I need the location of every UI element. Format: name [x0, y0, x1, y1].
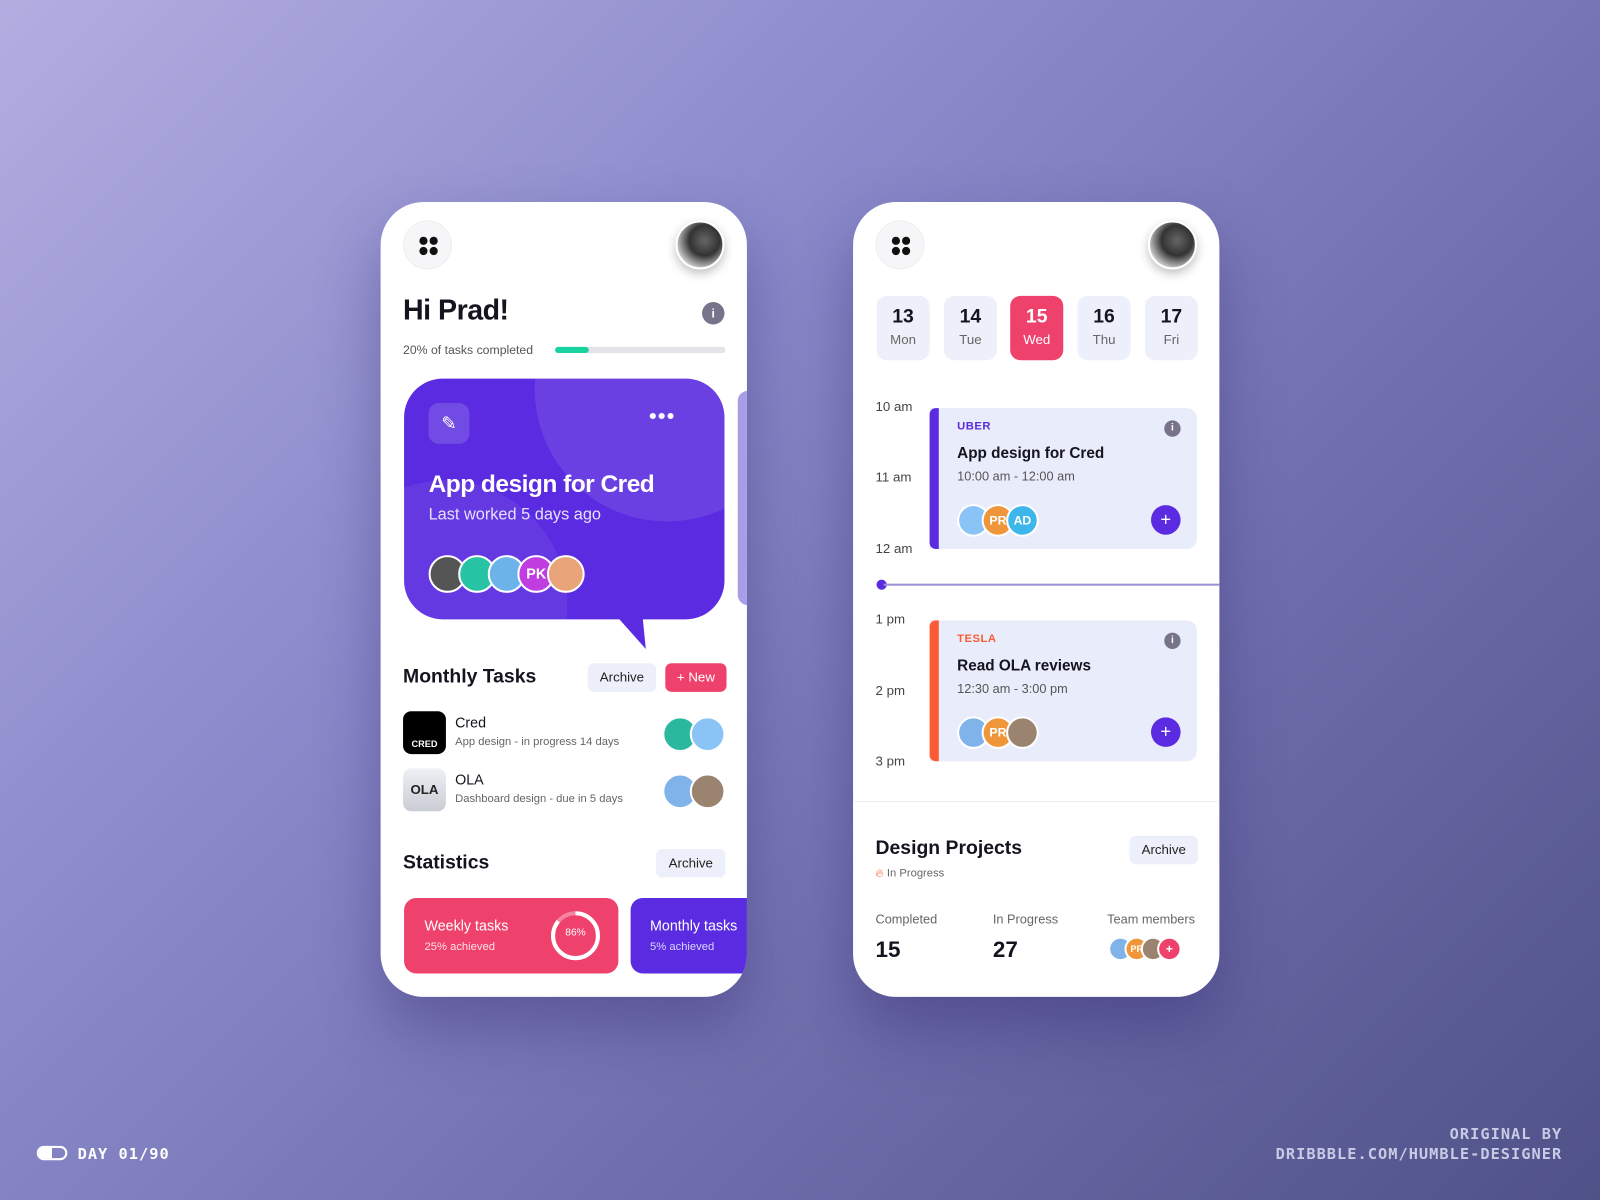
event-time: 12:30 am - 3:00 pm	[957, 681, 1068, 696]
inprogress-label: In Progress	[992, 912, 1059, 927]
note-icon: ✎	[428, 403, 470, 444]
avatar: AD	[1006, 504, 1039, 537]
credit-line-2[interactable]: DRIBBBLE.COM/HUMBLE-DESIGNER	[1276, 1145, 1563, 1163]
info-icon[interactable]: i	[702, 302, 725, 325]
divider	[853, 801, 1220, 803]
hour-label: 1 pm	[875, 611, 905, 627]
task-item-cred[interactable]: CRED Cred App design - in progress 14 da…	[403, 711, 726, 756]
day-15-selected[interactable]: 15 Wed	[1010, 295, 1064, 361]
team-avatars: PR +	[1108, 936, 1182, 962]
team-label: Team members	[1107, 912, 1196, 927]
greeting: Hi Prad!	[403, 293, 509, 326]
more-options-icon[interactable]: •••	[649, 403, 676, 430]
event-card-tesla[interactable]: TESLA i Read OLA reviews 12:30 am - 3:00…	[929, 620, 1197, 762]
day-13[interactable]: 13 Mon	[876, 295, 930, 361]
toggle-icon	[36, 1145, 68, 1161]
day-16[interactable]: 16 Thu	[1077, 295, 1131, 361]
event-members: PR	[957, 716, 1039, 749]
hour-label: 11 am	[875, 469, 912, 485]
completed-label: Completed	[875, 912, 938, 927]
monthly-tasks-title: Monthly Tasks	[403, 666, 537, 688]
add-member-button[interactable]: +	[1151, 505, 1181, 535]
cred-logo: CRED	[403, 711, 446, 755]
progress-bar	[555, 346, 726, 354]
completed-value: 15	[875, 936, 901, 963]
calendar-screen: 13 Mon 14 Tue 15 Wed 16 Thu 17 Fri 10 am 11 a…	[853, 202, 1220, 997]
task-name: Cred	[455, 714, 487, 731]
ring-label: 86%	[565, 927, 586, 939]
ola-logo: OLA	[403, 768, 446, 812]
hour-label: 3 pm	[875, 753, 905, 769]
avatar	[1006, 716, 1039, 749]
menu-button[interactable]	[403, 220, 453, 270]
card-title: Weekly tasks	[424, 917, 509, 934]
card-sub: 5% achieved	[649, 940, 715, 954]
day-14[interactable]: 14 Tue	[943, 295, 997, 361]
design-projects-title: Design Projects	[875, 837, 1023, 860]
projects-archive-button[interactable]: Archive	[1129, 835, 1198, 865]
day-17[interactable]: 17 Fri	[1144, 295, 1198, 361]
hour-label: 12 am	[875, 540, 913, 557]
task-detail: App design - in progress 14 days	[455, 735, 620, 748]
next-card-peek[interactable]	[737, 390, 747, 606]
task-item-ola[interactable]: OLA OLA Dashboard design - due in 5 days	[403, 768, 726, 813]
inprogress-value: 27	[992, 936, 1018, 963]
card-subtitle: Last worked 5 days ago	[428, 506, 602, 524]
archive-button[interactable]: Archive	[587, 663, 657, 692]
event-time: 10:00 am - 12:00 am	[957, 469, 1075, 484]
task-name: OLA	[455, 771, 484, 788]
monthly-tasks-card[interactable]: Monthly tasks 5% achieved	[630, 897, 747, 974]
event-card-uber[interactable]: UBER i App design for Cred 10:00 am - 12…	[929, 408, 1197, 549]
event-title: Read OLA reviews	[957, 657, 1091, 675]
card-title: App design for Cred	[428, 470, 655, 498]
avatar	[546, 555, 585, 593]
card-title: Monthly tasks	[649, 917, 738, 934]
card-sub: 25% achieved	[424, 940, 496, 954]
avatar	[689, 716, 726, 753]
add-member-button[interactable]: +	[1151, 717, 1181, 747]
statistics-title: Statistics	[403, 852, 490, 874]
profile-avatar[interactable]	[1147, 220, 1197, 270]
event-company: TESLA	[957, 632, 997, 645]
hour-label: 2 pm	[875, 682, 905, 698]
event-title: App design for Cred	[957, 444, 1105, 463]
event-members: PR AD	[957, 504, 1039, 537]
progress-label: 20% of tasks completed	[403, 342, 534, 358]
event-company: UBER	[957, 420, 991, 433]
home-screen: Hi Prad! i 20% of tasks completed ✎ ••• …	[380, 202, 747, 997]
day-counter: DAY 01/90	[36, 1145, 170, 1163]
status: 🔥︎ In Progress	[875, 867, 945, 880]
add-team-member-button[interactable]: +	[1157, 936, 1182, 962]
avatar	[689, 773, 726, 810]
task-detail: Dashboard design - due in 5 days	[455, 792, 623, 806]
fire-icon: 🔥︎	[875, 867, 884, 880]
statistics-archive-button[interactable]: Archive	[656, 848, 726, 878]
info-icon[interactable]: i	[1164, 632, 1181, 649]
menu-button[interactable]	[875, 220, 925, 270]
new-task-button[interactable]: + New	[665, 663, 727, 692]
profile-avatar[interactable]	[675, 220, 725, 270]
hour-label: 10 am	[875, 398, 913, 415]
info-icon[interactable]: i	[1164, 420, 1181, 437]
credit-line-1: ORIGINAL BY	[1449, 1124, 1563, 1143]
project-card[interactable]: ✎ ••• App design for Cred Last worked 5 …	[404, 378, 725, 620]
current-time-line	[883, 583, 1220, 586]
weekly-tasks-card[interactable]: Weekly tasks 25% achieved 86%	[404, 897, 619, 974]
member-avatars: PK	[428, 555, 585, 593]
